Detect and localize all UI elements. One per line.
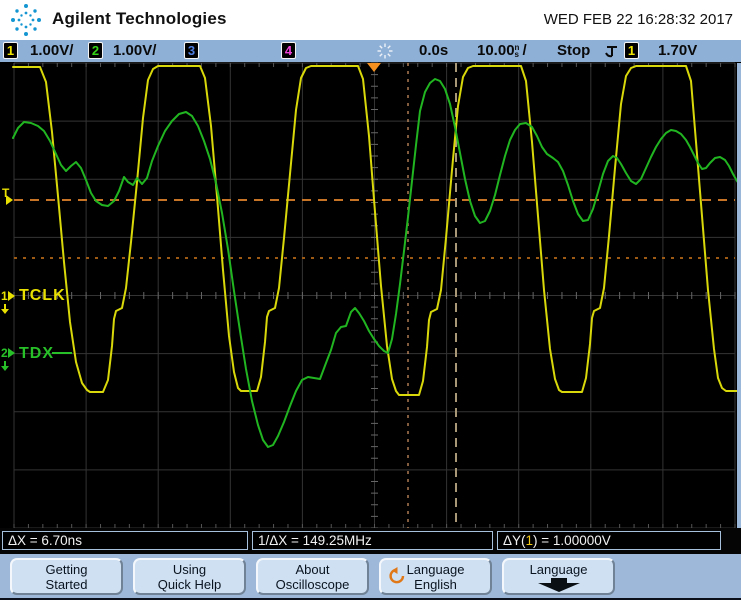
- trigger-source-badge: 1: [624, 42, 639, 59]
- channel-2-arrow-icon: [8, 348, 15, 358]
- agilent-logo-icon: [6, 1, 46, 39]
- channel-2-badge: 2: [88, 42, 103, 59]
- channel-2-label: TDX: [19, 345, 54, 363]
- softkey-about-oscilloscope[interactable]: AboutOscilloscope: [256, 558, 369, 595]
- softkey-bar: GettingStarted UsingQuick Help AboutOsci…: [0, 554, 741, 600]
- channel-1-label: TCLK: [19, 287, 66, 305]
- channel-1-ground-marker: 1: [1, 290, 8, 302]
- datetime-label: WED FEB 22 16:28:32 2017: [544, 11, 733, 28]
- right-edge-strip: [737, 63, 741, 528]
- softkey-using-quick-help[interactable]: UsingQuick Help: [133, 558, 246, 595]
- waveform-display: T 1 TCLK 2 TDX: [0, 62, 741, 530]
- softkey-language-menu[interactable]: Language: [502, 558, 615, 595]
- measurement-row: ΔX = 6.70ns 1/ΔX = 149.25MHz ΔY(1) = 1.0…: [0, 528, 741, 556]
- waveform-plot: [0, 62, 741, 530]
- menu-down-arrow-icon: [538, 578, 580, 592]
- channel-1-scale: 1.00V/: [30, 40, 73, 62]
- delta-x-readout: ΔX = 6.70ns: [2, 531, 248, 550]
- brightness-icon: [377, 43, 393, 59]
- channel-2-ground-dash: [52, 352, 72, 354]
- trigger-edge-icon: [604, 43, 618, 59]
- channel-1-down-arrowhead-icon: [1, 309, 9, 314]
- delta-y-readout: ΔY(1) = 1.00000V: [497, 531, 721, 550]
- inverse-delta-x-readout: 1/ΔX = 149.25MHz: [252, 531, 493, 550]
- trigger-level: 1.70V: [658, 40, 697, 62]
- trigger-level-arrow-icon: [6, 195, 13, 205]
- timebase-scale: 10.00ns/: [477, 40, 527, 62]
- softkey-getting-started[interactable]: GettingStarted: [10, 558, 123, 595]
- channel-4-badge: 4: [281, 42, 296, 59]
- channel-2-ground-marker: 2: [1, 347, 8, 359]
- language-cycle-icon: [388, 567, 405, 584]
- channel-2-down-arrowhead-icon: [1, 366, 9, 371]
- channel-3-badge: 3: [184, 42, 199, 59]
- status-bar: 1 1.00V/ 2 1.00V/ 3 4 0.0s 10.00ns/ Stop…: [0, 40, 741, 62]
- channel-1-badge: 1: [3, 42, 18, 59]
- timebase-delay: 0.0s: [419, 40, 448, 62]
- channel-2-scale: 1.00V/: [113, 40, 156, 62]
- softkey-language-english[interactable]: LanguageEnglish: [379, 558, 492, 595]
- acquisition-status: Stop: [557, 40, 590, 62]
- header: Agilent Technologies WED FEB 22 16:28:32…: [0, 0, 741, 40]
- channel-1-arrow-icon: [8, 291, 15, 301]
- oscilloscope-screen: Agilent Technologies WED FEB 22 16:28:32…: [0, 0, 741, 600]
- brand-title: Agilent Technologies: [52, 9, 227, 29]
